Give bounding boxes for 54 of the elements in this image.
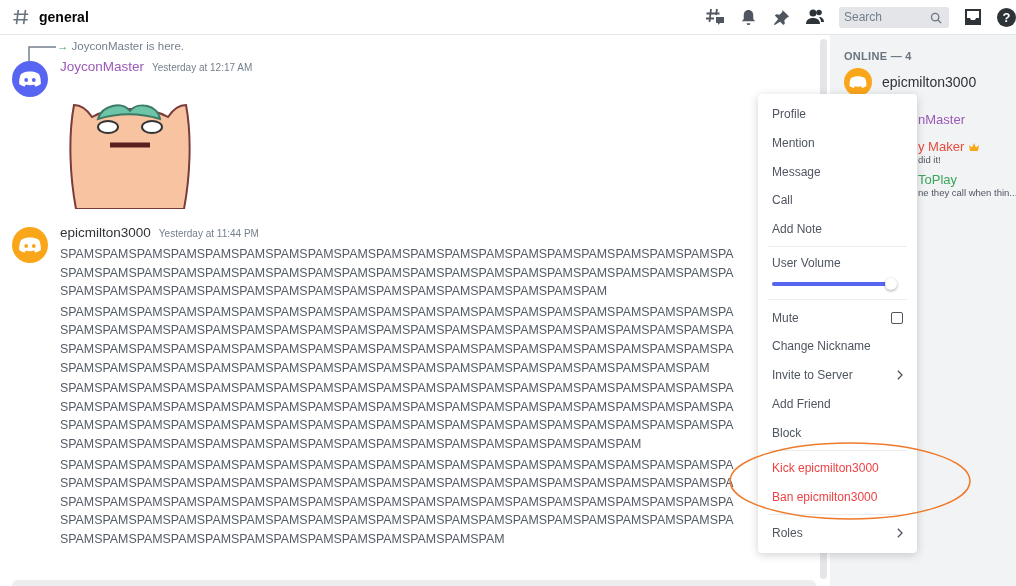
checkbox[interactable] [891, 311, 903, 324]
menu-item[interactable]: Block [772, 423, 903, 442]
chevron-right-icon [896, 527, 903, 538]
menu-item[interactable]: Change Nickname [772, 337, 903, 356]
inbox-icon[interactable] [963, 7, 983, 27]
message-text: SPAMSPAMSPAMSPAMSPAMSPAMSPAMSPAMSPAMSPAMSPAMSPAMSPAMSPAMSPAMSPAMSPAMSPAMSPAMSPA [60, 340, 734, 358]
threads-icon[interactable] [705, 7, 725, 27]
chevron-right-icon [896, 370, 903, 381]
menu-label: User Volume [772, 256, 842, 271]
message-text: SPAMSPAMSPAMSPAMSPAMSPAMSPAMSPAMSPAMSPAMSPAMSPAMSPAMSPAMSPAMSPAMSPAMSPAMSPAMSPA [60, 417, 734, 435]
channel-name: general [39, 9, 89, 25]
system-message: JoyconMaster is here. [71, 39, 184, 53]
search-field[interactable]: Search [839, 6, 949, 28]
join-arrow-icon: → [57, 39, 69, 53]
member-status: did it! [918, 154, 942, 165]
member-name[interactable]: epicmilton3000 [882, 74, 977, 90]
menu-item[interactable]: Roles [772, 523, 903, 542]
message-text: SPAMSPAMSPAMSPAMSPAMSPAMSPAMSPAMSPAMSPAMSPAMSPAMSPAMSPAMSPAMSPAMSPAMSPAMSPAMSPA [60, 303, 734, 321]
menu-item[interactable]: Invite to Server [772, 366, 903, 385]
message-timestamp: Yesterday at 12:17 AM [152, 62, 253, 73]
message-text: SPAMSPAMSPAMSPAMSPAMSPAMSPAMSPAMSPAMSPAMSPAMSPAMSPAMSPAMSPAMSPAMSPAMSPAMSPAMSPA [60, 398, 734, 416]
message-text: SPAMSPAMSPAMSPAMSPAMSPAMSPAMSPAMSPAMSPAMSPAMSPAMSPAM [60, 530, 506, 548]
hashtag-icon [12, 8, 30, 26]
menu-item[interactable]: Call [772, 191, 903, 210]
message-text: SPAMSPAMSPAMSPAMSPAMSPAMSPAMSPAMSPAMSPAMSPAMSPAMSPAMSPAMSPAMSPAMSPAMSPAMSPAMSPA [60, 322, 734, 340]
menu-item[interactable]: Kick epicmilton3000 [772, 459, 903, 478]
member-name[interactable]: y Maker [918, 139, 965, 154]
search-icon [930, 11, 942, 24]
username[interactable]: epicmilton3000 [60, 225, 151, 240]
message-text: SPAMSPAMSPAMSPAMSPAMSPAMSPAMSPAMSPAMSPAMSPAMSPAMSPAMSPAMSPAMSPAMSPAM [60, 435, 643, 453]
message-text: SPAMSPAMSPAMSPAMSPAMSPAMSPAMSPAMSPAMSPAMSPAMSPAMSPAMSPAMSPAMSPAMSPAMSPAMSPAMSPA [60, 264, 734, 282]
member-status: ne they call when thin... [918, 187, 1016, 198]
menu-item[interactable]: Add Note [772, 220, 903, 239]
menu-item[interactable]: Mention [772, 134, 903, 153]
member-name[interactable]: nMaster [918, 111, 965, 127]
help-icon[interactable]: ? [997, 7, 1016, 27]
message-text: SPAMSPAMSPAMSPAMSPAMSPAMSPAMSPAMSPAMSPAMSPAMSPAMSPAMSPAMSPAMSPAMSPAMSPAMSPAMSPA [60, 246, 734, 263]
message-text: SPAMSPAMSPAMSPAMSPAMSPAMSPAMSPAMSPAMSPAMSPAMSPAMSPAMSPAMSPAMSPAMSPAMSPAMSPAM [60, 359, 711, 377]
message-timestamp: Yesterday at 11:44 PM [158, 228, 259, 239]
members-icon[interactable] [805, 7, 825, 27]
message-text: SPAMSPAMSPAMSPAMSPAMSPAMSPAMSPAMSPAMSPAMSPAMSPAMSPAMSPAMSPAMSPAMSPAMSPAMSPAMSPA [60, 456, 734, 474]
menu-item[interactable]: Profile [772, 105, 903, 124]
message-text: SPAMSPAMSPAMSPAMSPAMSPAMSPAMSPAMSPAMSPAMSPAMSPAMSPAMSPAMSPAMSPAMSPAMSPAMSPAMSPA [60, 512, 734, 530]
reply-connector-line [28, 45, 56, 61]
message-text: SPAMSPAMSPAMSPAMSPAMSPAMSPAMSPAMSPAMSPAMSPAMSPAMSPAMSPAMSPAMSPAMSPAMSPAMSPAMSPA [60, 380, 734, 398]
menu-item[interactable]: Ban epicmilton3000 [772, 487, 903, 506]
menu-item[interactable]: Message [772, 162, 903, 181]
menu-item[interactable]: Mute [772, 308, 903, 327]
member-group-heading: ONLINE — 4 [844, 50, 913, 62]
message-text: SPAMSPAMSPAMSPAMSPAMSPAMSPAMSPAMSPAMSPAMSPAMSPAMSPAMSPAMSPAMSPAM [60, 283, 609, 301]
message-text: SPAMSPAMSPAMSPAMSPAMSPAMSPAMSPAMSPAMSPAMSPAMSPAMSPAMSPAMSPAMSPAMSPAMSPAMSPAMSPA [60, 493, 734, 511]
menu-item[interactable]: Add Friend [772, 394, 903, 413]
username[interactable]: JoyconMaster [60, 59, 145, 74]
pin-icon[interactable] [772, 7, 791, 27]
